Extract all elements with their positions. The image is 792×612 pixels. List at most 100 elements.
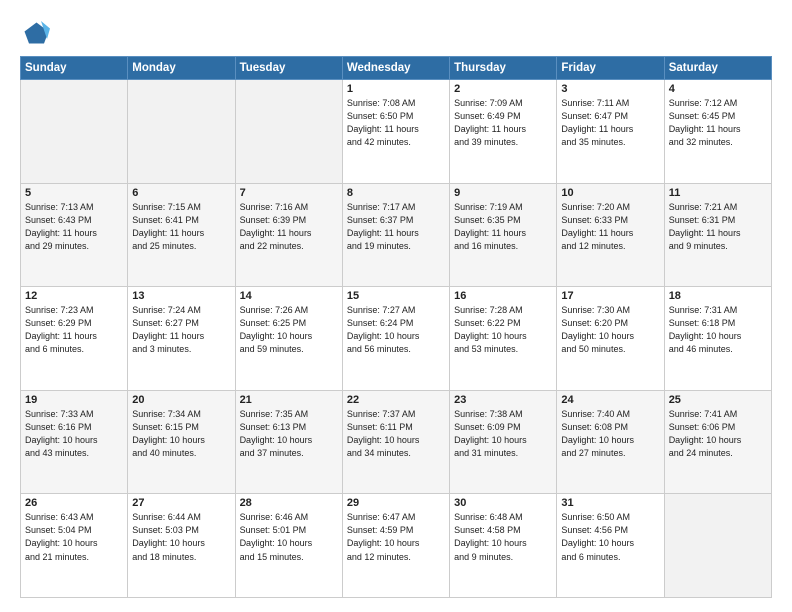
day-info: Sunrise: 7:16 AMSunset: 6:39 PMDaylight:… <box>240 201 338 253</box>
day-info: Sunrise: 7:15 AMSunset: 6:41 PMDaylight:… <box>132 201 230 253</box>
day-cell: 6 Sunrise: 7:15 AMSunset: 6:41 PMDaylight… <box>128 183 235 287</box>
day-info: Sunrise: 7:19 AMSunset: 6:35 PMDaylight:… <box>454 201 552 253</box>
day-info: Sunrise: 6:44 AMSunset: 5:03 PMDaylight:… <box>132 511 230 563</box>
day-cell: 9 Sunrise: 7:19 AMSunset: 6:35 PMDaylight… <box>450 183 557 287</box>
day-cell: 24 Sunrise: 7:40 AMSunset: 6:08 PMDayligh… <box>557 390 664 494</box>
weekday-header-thursday: Thursday <box>450 57 557 80</box>
day-number: 8 <box>347 187 445 199</box>
day-cell: 29 Sunrise: 6:47 AMSunset: 4:59 PMDayligh… <box>342 494 449 598</box>
calendar: SundayMondayTuesdayWednesdayThursdayFrid… <box>20 56 772 598</box>
day-info: Sunrise: 7:13 AMSunset: 6:43 PMDaylight:… <box>25 201 123 253</box>
weekday-header-row: SundayMondayTuesdayWednesdayThursdayFrid… <box>21 57 772 80</box>
day-number: 29 <box>347 497 445 509</box>
day-cell: 21Sunrise: 7:35 AMSunset: 6:13 PMDayligh… <box>235 390 342 494</box>
day-cell <box>128 80 235 184</box>
day-info: Sunrise: 6:46 AMSunset: 5:01 PMDaylight:… <box>240 511 338 563</box>
day-number: 1 <box>347 83 445 95</box>
day-info: Sunrise: 7:24 AMSunset: 6:27 PMDaylight:… <box>132 304 230 356</box>
day-info: Sunrise: 7:30 AMSunset: 6:20 PMDaylight:… <box>561 304 659 356</box>
day-info: Sunrise: 7:37 AMSunset: 6:11 PMDaylight:… <box>347 408 445 460</box>
day-info: Sunrise: 7:26 AMSunset: 6:25 PMDaylight:… <box>240 304 338 356</box>
day-number: 13 <box>132 290 230 302</box>
day-cell: 11 Sunrise: 7:21 AMSunset: 6:31 PMDayligh… <box>664 183 771 287</box>
day-cell: 14 Sunrise: 7:26 AMSunset: 6:25 PMDayligh… <box>235 287 342 391</box>
day-number: 14 <box>240 290 338 302</box>
day-cell: 3 Sunrise: 7:11 AMSunset: 6:47 PMDaylight… <box>557 80 664 184</box>
day-cell: 28Sunrise: 6:46 AMSunset: 5:01 PMDayligh… <box>235 494 342 598</box>
week-row-3: 12 Sunrise: 7:23 AMSunset: 6:29 PMDayligh… <box>21 287 772 391</box>
day-info: Sunrise: 7:23 AMSunset: 6:29 PMDaylight:… <box>25 304 123 356</box>
day-info: Sunrise: 6:50 AMSunset: 4:56 PMDaylight:… <box>561 511 659 563</box>
day-number: 31 <box>561 497 659 509</box>
week-row-1: 1 Sunrise: 7:08 AMSunset: 6:50 PMDaylight… <box>21 80 772 184</box>
weekday-header-friday: Friday <box>557 57 664 80</box>
weekday-header-sunday: Sunday <box>21 57 128 80</box>
day-number: 19 <box>25 394 123 406</box>
week-row-2: 5 Sunrise: 7:13 AMSunset: 6:43 PMDaylight… <box>21 183 772 287</box>
day-number: 25 <box>669 394 767 406</box>
day-number: 15 <box>347 290 445 302</box>
day-cell: 18 Sunrise: 7:31 AMSunset: 6:18 PMDayligh… <box>664 287 771 391</box>
day-number: 26 <box>25 497 123 509</box>
day-cell: 19 Sunrise: 7:33 AMSunset: 6:16 PMDayligh… <box>21 390 128 494</box>
day-number: 20 <box>132 394 230 406</box>
week-row-4: 19 Sunrise: 7:33 AMSunset: 6:16 PMDayligh… <box>21 390 772 494</box>
day-cell <box>664 494 771 598</box>
day-cell: 8 Sunrise: 7:17 AMSunset: 6:37 PMDaylight… <box>342 183 449 287</box>
day-number: 2 <box>454 83 552 95</box>
day-number: 9 <box>454 187 552 199</box>
day-info: Sunrise: 7:38 AMSunset: 6:09 PMDaylight:… <box>454 408 552 460</box>
day-number: 12 <box>25 290 123 302</box>
day-number: 23 <box>454 394 552 406</box>
day-info: Sunrise: 7:21 AMSunset: 6:31 PMDaylight:… <box>669 201 767 253</box>
weekday-header-tuesday: Tuesday <box>235 57 342 80</box>
week-row-5: 26 Sunrise: 6:43 AMSunset: 5:04 PMDayligh… <box>21 494 772 598</box>
day-cell: 22Sunrise: 7:37 AMSunset: 6:11 PMDayligh… <box>342 390 449 494</box>
day-info: Sunrise: 7:09 AMSunset: 6:49 PMDaylight:… <box>454 97 552 149</box>
header <box>20 18 772 48</box>
day-info: Sunrise: 7:27 AMSunset: 6:24 PMDaylight:… <box>347 304 445 356</box>
day-number: 3 <box>561 83 659 95</box>
day-number: 24 <box>561 394 659 406</box>
day-info: Sunrise: 6:47 AMSunset: 4:59 PMDaylight:… <box>347 511 445 563</box>
day-cell: 4 Sunrise: 7:12 AMSunset: 6:45 PMDaylight… <box>664 80 771 184</box>
weekday-header-wednesday: Wednesday <box>342 57 449 80</box>
day-info: Sunrise: 7:33 AMSunset: 6:16 PMDaylight:… <box>25 408 123 460</box>
day-info: Sunrise: 7:34 AMSunset: 6:15 PMDaylight:… <box>132 408 230 460</box>
day-cell: 1 Sunrise: 7:08 AMSunset: 6:50 PMDaylight… <box>342 80 449 184</box>
day-info: Sunrise: 7:11 AMSunset: 6:47 PMDaylight:… <box>561 97 659 149</box>
day-number: 30 <box>454 497 552 509</box>
day-info: Sunrise: 7:31 AMSunset: 6:18 PMDaylight:… <box>669 304 767 356</box>
day-cell: 15 Sunrise: 7:27 AMSunset: 6:24 PMDayligh… <box>342 287 449 391</box>
day-cell: 20 Sunrise: 7:34 AMSunset: 6:15 PMDayligh… <box>128 390 235 494</box>
day-info: Sunrise: 7:41 AMSunset: 6:06 PMDaylight:… <box>669 408 767 460</box>
day-info: Sunrise: 6:43 AMSunset: 5:04 PMDaylight:… <box>25 511 123 563</box>
day-info: Sunrise: 7:12 AMSunset: 6:45 PMDaylight:… <box>669 97 767 149</box>
day-cell: 12 Sunrise: 7:23 AMSunset: 6:29 PMDayligh… <box>21 287 128 391</box>
logo <box>20 18 56 48</box>
day-info: Sunrise: 7:20 AMSunset: 6:33 PMDaylight:… <box>561 201 659 253</box>
day-info: Sunrise: 7:40 AMSunset: 6:08 PMDaylight:… <box>561 408 659 460</box>
day-cell: 17Sunrise: 7:30 AMSunset: 6:20 PMDayligh… <box>557 287 664 391</box>
day-number: 21 <box>240 394 338 406</box>
day-number: 5 <box>25 187 123 199</box>
day-number: 11 <box>669 187 767 199</box>
day-number: 7 <box>240 187 338 199</box>
weekday-header-saturday: Saturday <box>664 57 771 80</box>
day-number: 16 <box>454 290 552 302</box>
day-number: 18 <box>669 290 767 302</box>
day-info: Sunrise: 7:28 AMSunset: 6:22 PMDaylight:… <box>454 304 552 356</box>
day-cell: 26 Sunrise: 6:43 AMSunset: 5:04 PMDayligh… <box>21 494 128 598</box>
day-cell: 5 Sunrise: 7:13 AMSunset: 6:43 PMDaylight… <box>21 183 128 287</box>
day-info: Sunrise: 7:08 AMSunset: 6:50 PMDaylight:… <box>347 97 445 149</box>
day-cell: 31 Sunrise: 6:50 AMSunset: 4:56 PMDayligh… <box>557 494 664 598</box>
page: SundayMondayTuesdayWednesdayThursdayFrid… <box>0 0 792 612</box>
day-cell: 27Sunrise: 6:44 AMSunset: 5:03 PMDayligh… <box>128 494 235 598</box>
day-cell: 23 Sunrise: 7:38 AMSunset: 6:09 PMDayligh… <box>450 390 557 494</box>
day-cell: 30Sunrise: 6:48 AMSunset: 4:58 PMDayligh… <box>450 494 557 598</box>
day-info: Sunrise: 7:17 AMSunset: 6:37 PMDaylight:… <box>347 201 445 253</box>
day-number: 6 <box>132 187 230 199</box>
day-number: 4 <box>669 83 767 95</box>
day-cell: 2 Sunrise: 7:09 AMSunset: 6:49 PMDaylight… <box>450 80 557 184</box>
day-cell: 10Sunrise: 7:20 AMSunset: 6:33 PMDayligh… <box>557 183 664 287</box>
